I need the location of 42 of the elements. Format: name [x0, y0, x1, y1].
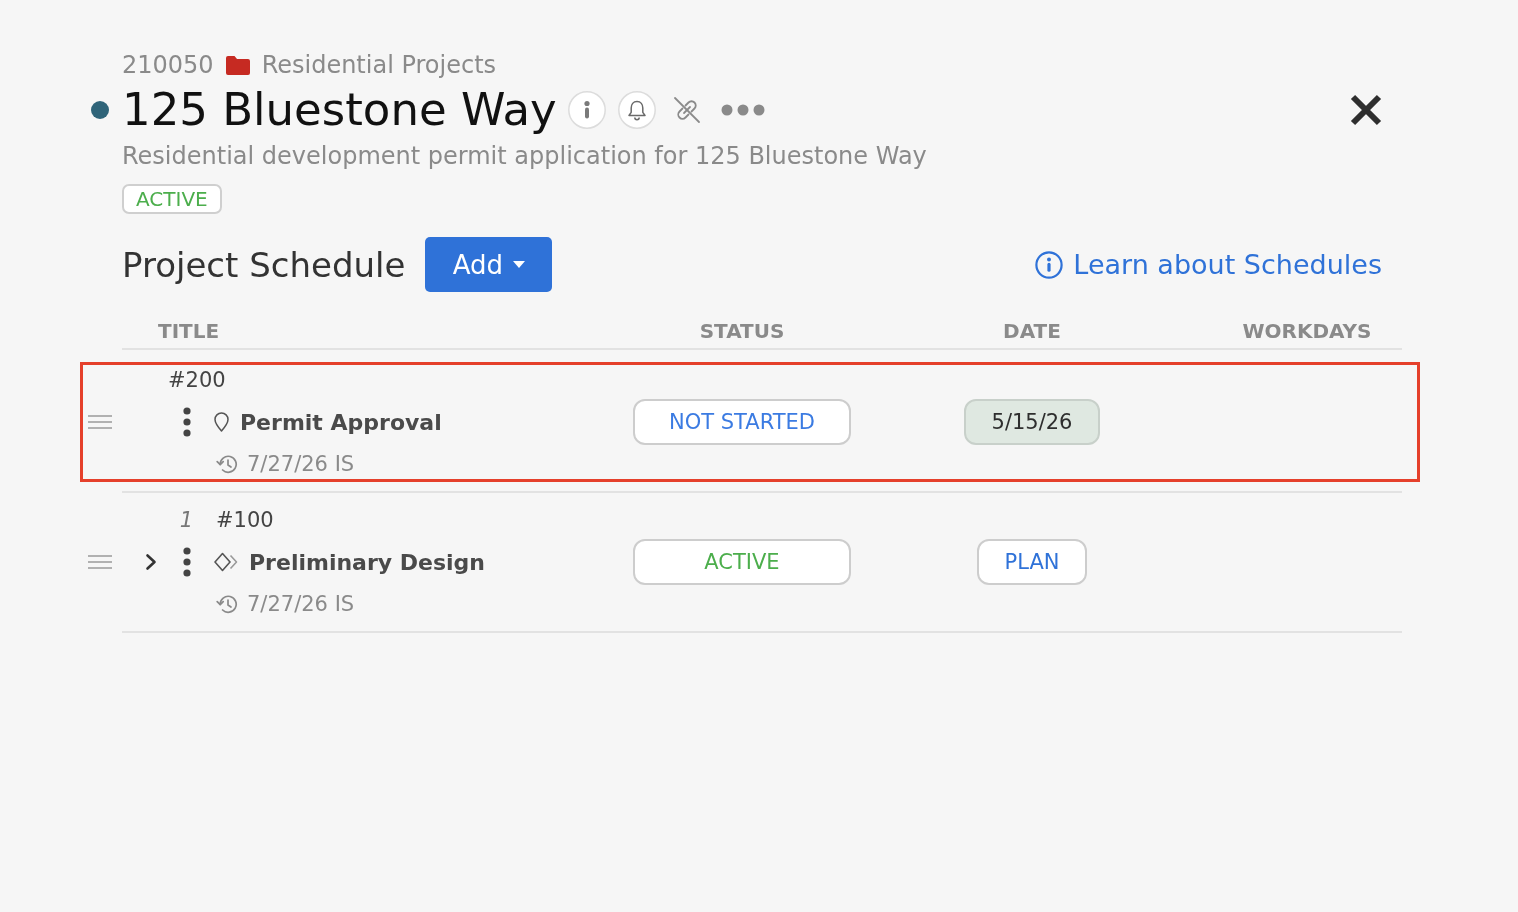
section-heading: Project Schedule: [122, 244, 406, 285]
updated-date: 7/27/26 IS: [247, 592, 355, 616]
folder-icon: [225, 55, 250, 75]
vertical-dots-icon[interactable]: [182, 547, 192, 577]
project-title: 125 Bluestone Way: [122, 82, 557, 138]
project-description: Residential development permit application for 125 Bluestone Way: [122, 142, 927, 170]
link-off-icon[interactable]: [672, 96, 701, 124]
diamond-icon: [214, 552, 238, 572]
folder-link[interactable]: Residential Projects: [261, 51, 497, 79]
vertical-dots-icon[interactable]: [182, 407, 192, 437]
drag-handle-icon[interactable]: [88, 415, 112, 429]
status-badge: ACTIVE: [122, 184, 222, 214]
schedule-row[interactable]: #200 Permit Approval 7/27/26 IS NOT STARTED 5/15/26: [80, 362, 1420, 482]
column-header: STATUS: [699, 319, 785, 343]
history-icon: [216, 593, 238, 615]
row-index: 1: [178, 508, 193, 532]
project-number: 210050: [122, 51, 214, 79]
pin-icon: [214, 412, 229, 432]
more-icon[interactable]: [720, 104, 765, 116]
info-icon[interactable]: [567, 91, 606, 129]
help-link[interactable]: Learn about Schedules: [1035, 249, 1382, 280]
info-icon: [1035, 250, 1064, 279]
task-title: Preliminary Design: [249, 549, 486, 575]
updated-date: 7/27/26 IS: [247, 452, 355, 476]
close-icon[interactable]: [1350, 94, 1382, 126]
column-header: WORKDAYS: [1242, 319, 1372, 343]
column-header: TITLE: [157, 319, 220, 343]
status-pill[interactable]: NOT STARTED: [633, 399, 851, 445]
chevron-icon[interactable]: [145, 553, 157, 571]
caret-icon: [513, 261, 526, 268]
date-pill[interactable]: 5/15/26: [963, 399, 1101, 445]
task-number: #200: [168, 368, 226, 392]
status-pill[interactable]: ACTIVE: [633, 539, 851, 585]
task-title: Permit Approval: [240, 409, 442, 435]
column-header: DATE: [1003, 319, 1061, 343]
schedule-row[interactable]: 1 #100 Preliminary Design 7/27/26 IS ACTIVE PLAN: [80, 502, 1420, 622]
add-button[interactable]: Add: [425, 237, 553, 292]
date-pill[interactable]: PLAN: [976, 539, 1088, 585]
bell-icon[interactable]: [617, 91, 656, 129]
drag-handle-icon[interactable]: [88, 555, 112, 569]
task-number: #100: [216, 508, 274, 532]
history-icon: [216, 453, 238, 475]
